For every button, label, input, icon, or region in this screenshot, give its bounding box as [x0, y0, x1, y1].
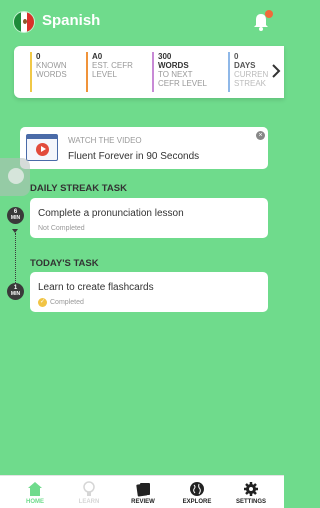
- nav-learn[interactable]: LEARN: [65, 476, 113, 508]
- globe-icon: [190, 482, 204, 496]
- cefr-level-label-2: LEVEL: [92, 70, 117, 79]
- bottom-nav: HOME LEARN REVIEW EXPLORE SETTINGS: [0, 475, 284, 508]
- known-words-label: KNOWN: [36, 61, 67, 70]
- current-streak-stat: 0 DAYS CURREN STREAK: [228, 52, 268, 92]
- streak-label-2: STREAK: [234, 79, 267, 88]
- mexico-flag-icon[interactable]: [13, 11, 35, 33]
- cards-icon: [136, 483, 150, 497]
- streak-value: 0: [234, 52, 239, 61]
- streak-label: CURREN: [234, 70, 269, 79]
- video-thumbnail-icon: [26, 134, 58, 161]
- check-icon: ✓: [38, 298, 47, 307]
- words-to-next-unit: WORDS: [158, 61, 189, 70]
- close-icon[interactable]: ×: [256, 131, 265, 140]
- cefr-level-stat: A0 Est. CEFR LEVEL: [86, 52, 133, 92]
- gear-icon: [244, 482, 258, 496]
- video-kicker: WATCH THE VIDEO: [68, 136, 142, 145]
- words-to-next-label-2: CEFR LEVEL: [158, 79, 207, 88]
- nav-review[interactable]: REVIEW: [119, 476, 167, 508]
- daily-task-minutes-badge: 6 MIN: [7, 207, 24, 224]
- nav-learn-label: LEARN: [78, 499, 100, 505]
- video-card[interactable]: WATCH THE VIDEO Fluent Forever in 90 Sec…: [20, 127, 268, 169]
- daily-task-status: Not Completed: [38, 225, 85, 232]
- nav-home[interactable]: HOME: [11, 476, 59, 508]
- video-title: Fluent Forever in 90 Seconds: [68, 151, 200, 162]
- floating-assistive-touch[interactable]: [0, 158, 30, 196]
- today-task-status: Completed: [50, 299, 84, 306]
- words-to-next-level-stat: 300 WORDS TO NEXT CEFR LEVEL: [152, 52, 207, 92]
- known-words-value: 0: [36, 52, 41, 61]
- cefr-level-value: A0: [92, 52, 103, 61]
- today-task-min-label: MIN: [10, 291, 21, 297]
- cefr-level-label: Est. CEFR: [92, 61, 133, 70]
- today-task-title: Learn to create flashcards: [38, 282, 154, 293]
- todays-task-card[interactable]: Learn to create flashcards ✓ Completed: [30, 272, 268, 312]
- task-connector: [15, 233, 16, 283]
- nav-explore-label: EXPLORE: [182, 499, 212, 505]
- play-icon: [36, 143, 49, 156]
- daily-task-min-label: MIN: [10, 215, 21, 221]
- language-title[interactable]: Spanish: [42, 12, 100, 29]
- words-to-next-value: 300: [158, 52, 172, 61]
- lightbulb-icon: [83, 481, 95, 496]
- nav-settings-label: SETTINGS: [235, 499, 266, 505]
- chevron-right-icon[interactable]: [271, 64, 281, 78]
- today-task-minutes-badge: 1 MIN: [7, 283, 24, 300]
- daily-streak-section-title: DAILY STREAK TASK: [30, 183, 127, 194]
- words-to-next-label: TO NEXT: [158, 70, 193, 79]
- nav-settings[interactable]: SETTINGS: [227, 476, 275, 508]
- known-words-label-2: WORDS: [36, 70, 67, 79]
- nav-explore[interactable]: EXPLORE: [173, 476, 221, 508]
- notification-dot: [265, 10, 273, 18]
- home-icon: [28, 482, 42, 496]
- streak-unit: DAYS: [234, 61, 256, 70]
- todays-task-section-title: TODAY'S TASK: [30, 258, 99, 269]
- app-header: Spanish: [0, 0, 284, 44]
- nav-home-label: HOME: [26, 499, 44, 505]
- stats-card[interactable]: 0 KNOWN WORDS A0 Est. CEFR LEVEL 300 WOR…: [14, 46, 284, 98]
- known-words-stat: 0 KNOWN WORDS: [30, 52, 67, 92]
- daily-streak-task-card[interactable]: Complete a pronunciation lesson Not Comp…: [30, 198, 268, 238]
- nav-review-label: REVIEW: [131, 499, 155, 505]
- daily-task-title: Complete a pronunciation lesson: [38, 208, 184, 219]
